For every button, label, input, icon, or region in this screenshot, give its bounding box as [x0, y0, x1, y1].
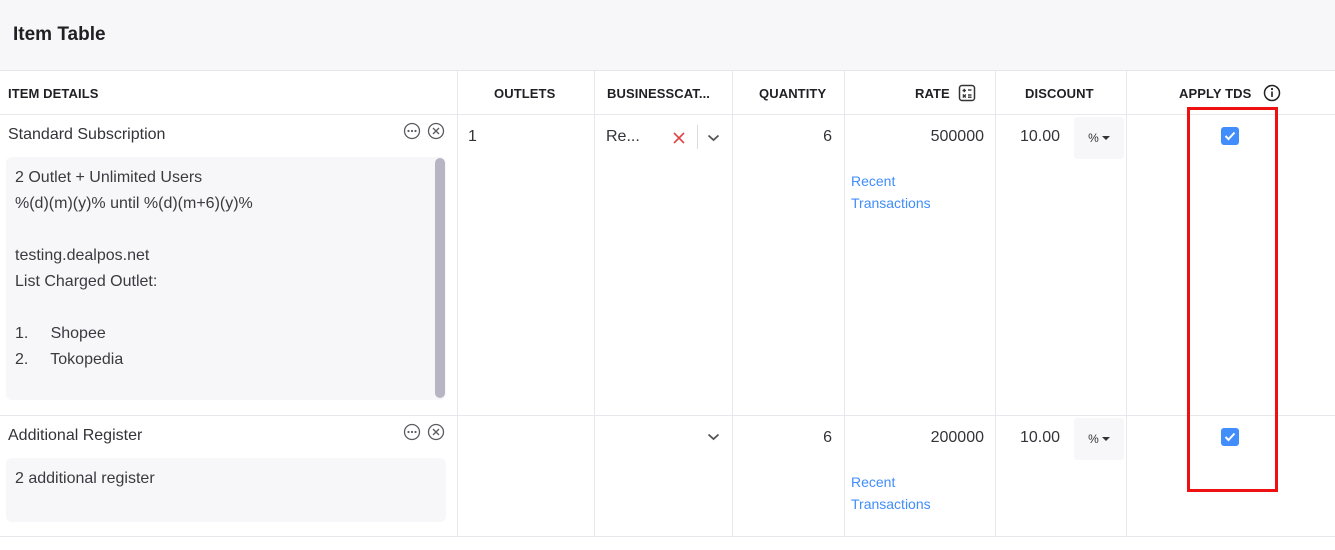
- discount-type-dropdown[interactable]: %: [1074, 117, 1124, 159]
- rate-value[interactable]: 200000: [931, 429, 984, 447]
- remove-item-icon[interactable]: [427, 423, 445, 441]
- discount-type-label: %: [1088, 432, 1099, 446]
- discount-type-label: %: [1088, 131, 1099, 145]
- outlets-value[interactable]: 1: [468, 128, 477, 146]
- quantity-value[interactable]: 6: [823, 429, 832, 447]
- description-scrollbar[interactable]: [435, 158, 445, 398]
- item-table: ITEM DETAILS OUTLETS BUSINESSCAT... QUAN…: [0, 71, 1335, 537]
- item-name[interactable]: Additional Register: [8, 427, 142, 445]
- column-header-discount: DISCOUNT: [1025, 86, 1094, 101]
- recent-transactions-link[interactable]: Transactions: [851, 493, 931, 515]
- discount-value[interactable]: 10.00: [1020, 429, 1060, 447]
- item-name[interactable]: Standard Subscription: [8, 126, 165, 144]
- chevron-down-icon[interactable]: [707, 433, 720, 441]
- row-divider: [0, 536, 1335, 537]
- discount-type-dropdown[interactable]: %: [1074, 418, 1124, 460]
- description-line: 2 additional register: [15, 470, 155, 487]
- column-divider: [1126, 71, 1127, 537]
- description-line: 2. Tokopedia: [15, 351, 124, 368]
- more-options-icon[interactable]: [403, 122, 421, 140]
- column-header-business-category: BUSINESSCAT...: [607, 86, 711, 101]
- rate-value[interactable]: 500000: [931, 128, 984, 146]
- item-description[interactable]: 2 Outlet + Unlimited Users %(d)(m)(y)% u…: [6, 157, 446, 400]
- item-description[interactable]: 2 additional register: [6, 458, 446, 522]
- caret-down-icon: [1101, 437, 1110, 441]
- caret-down-icon: [1101, 136, 1110, 140]
- price-list-icon[interactable]: [958, 84, 976, 102]
- quantity-value[interactable]: 6: [823, 128, 832, 146]
- description-line: 1. Shopee: [15, 325, 106, 342]
- column-header-item-details: ITEM DETAILS: [8, 86, 99, 101]
- section-title: Item Table: [13, 24, 106, 45]
- clear-icon[interactable]: [673, 132, 685, 144]
- column-divider: [732, 71, 733, 537]
- column-header-quantity: QUANTITY: [759, 86, 827, 101]
- row-divider: [0, 415, 1335, 416]
- more-options-icon[interactable]: [403, 423, 421, 441]
- info-icon[interactable]: [1263, 84, 1281, 102]
- column-header-rate: RATE: [915, 86, 950, 101]
- chevron-down-icon[interactable]: [707, 134, 720, 142]
- column-header-apply-tds: APPLY TDS: [1179, 86, 1252, 101]
- section-header: Item Table: [0, 0, 1335, 71]
- highlight-annotation: [1187, 107, 1278, 492]
- description-line: 2 Outlet + Unlimited Users: [15, 169, 203, 186]
- separator: [697, 125, 698, 149]
- description-line: testing.dealpos.net: [15, 247, 150, 264]
- recent-transactions-link[interactable]: Recent: [851, 170, 895, 192]
- remove-item-icon[interactable]: [427, 122, 445, 140]
- recent-transactions-link[interactable]: Transactions: [851, 192, 931, 214]
- description-line: [15, 217, 437, 243]
- column-divider: [594, 71, 595, 537]
- column-divider: [457, 71, 458, 537]
- row-divider: [0, 114, 1335, 115]
- column-header-outlets: OUTLETS: [494, 86, 556, 101]
- column-divider: [995, 71, 996, 537]
- business-category-value[interactable]: Re...: [606, 128, 640, 146]
- column-divider: [844, 71, 845, 537]
- description-line: [15, 295, 437, 321]
- description-line: List Charged Outlet:: [15, 273, 158, 290]
- recent-transactions-link[interactable]: Recent: [851, 471, 895, 493]
- discount-value[interactable]: 10.00: [1020, 128, 1060, 146]
- description-line: %(d)(m)(y)% until %(d)(m+6)(y)%: [15, 195, 253, 212]
